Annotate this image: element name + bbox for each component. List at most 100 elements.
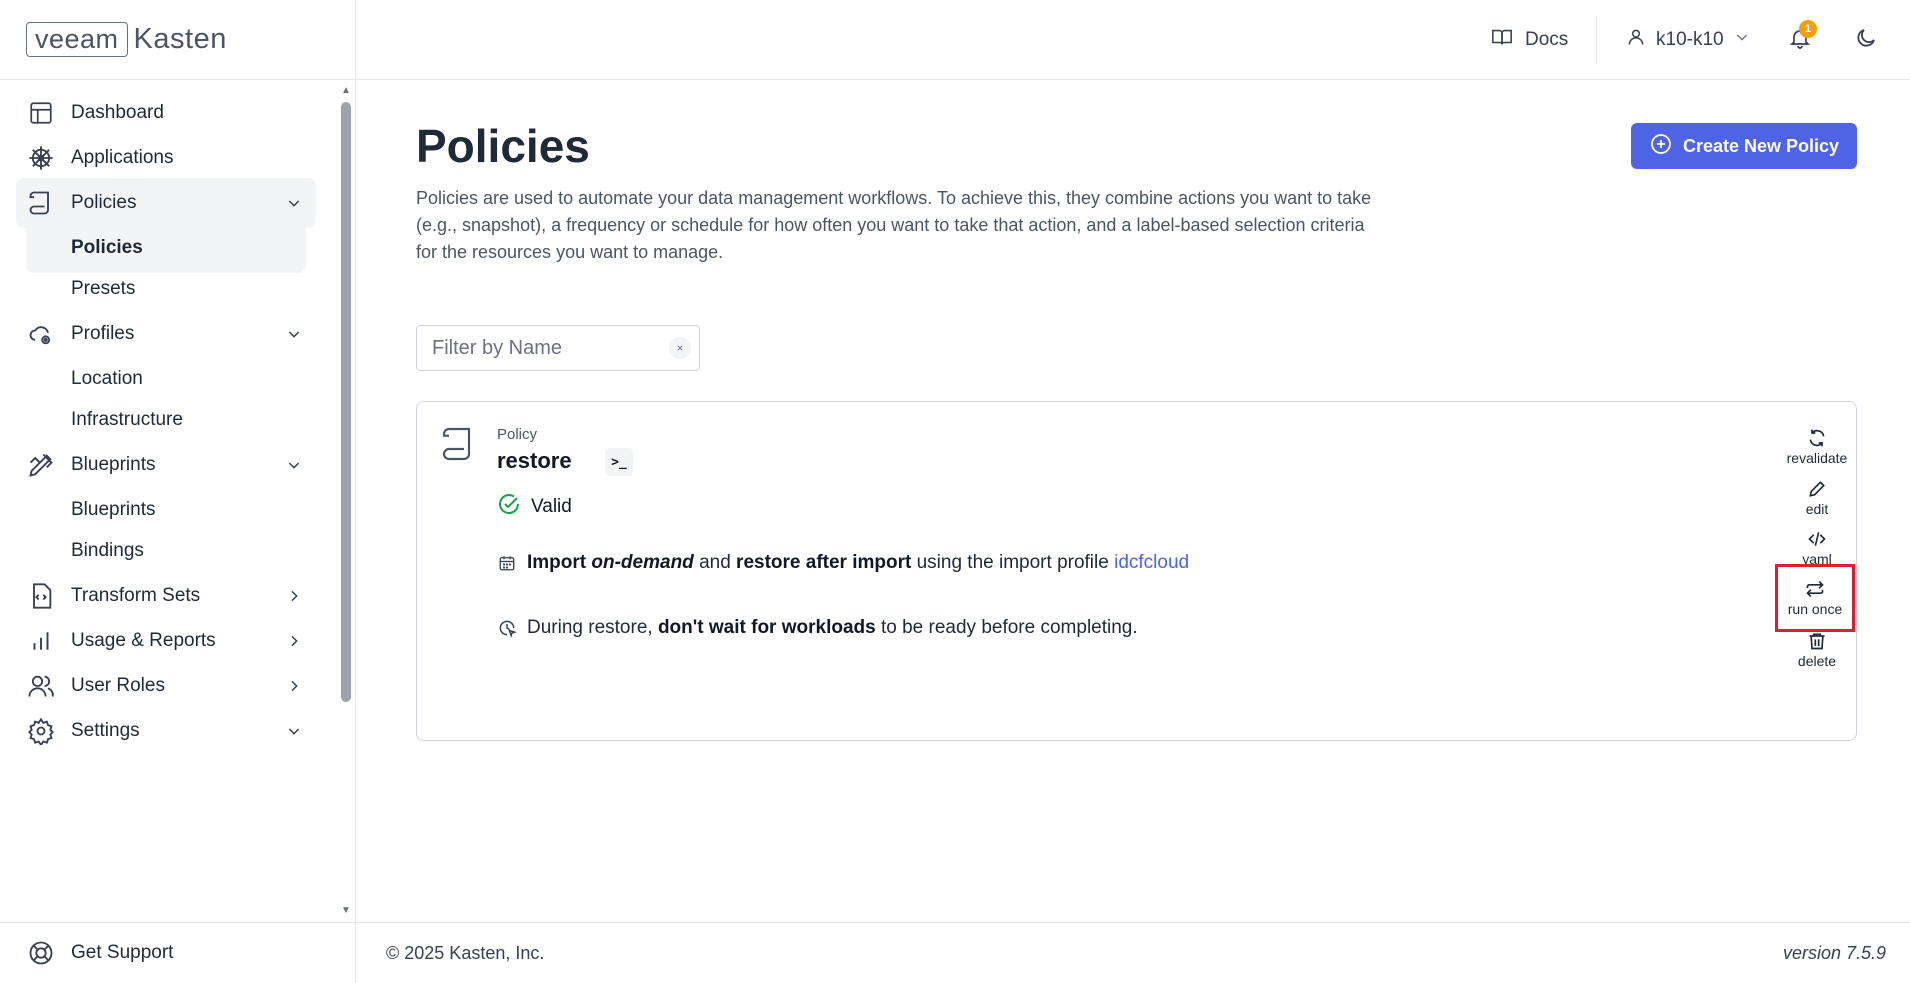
sidebar-nav: Dashboard Applications Policies Policies… <box>0 80 340 920</box>
status-text: Valid <box>531 496 572 517</box>
clear-filter-button[interactable]: × <box>669 337 691 359</box>
scroll-down-arrow-icon[interactable]: ▼ <box>340 904 352 916</box>
delete-label: delete <box>1797 653 1837 669</box>
clock-cursor-icon <box>497 618 517 638</box>
lifebuoy-icon <box>26 938 56 968</box>
chevron-right-icon[interactable] <box>282 584 306 608</box>
sidebar-item-usage-reports[interactable]: Usage & Reports <box>16 616 316 666</box>
sidebar-item-label: Dashboard <box>71 102 164 123</box>
scroll-icon <box>439 424 479 464</box>
logo-veeam: veeam <box>26 22 128 57</box>
scroll-up-arrow-icon[interactable]: ▲ <box>340 84 352 96</box>
delete-button[interactable]: delete <box>1782 625 1852 675</box>
scroll-thumb[interactable] <box>341 102 351 702</box>
helm-wheel-icon <box>26 143 56 173</box>
bar-chart-icon <box>26 626 56 656</box>
copyright-text: © 2025 Kasten, Inc. <box>386 943 545 963</box>
sidebar-item-dashboard[interactable]: Dashboard <box>16 88 316 138</box>
sidebar-item-policies[interactable]: Policies <box>16 178 316 228</box>
policy-action-summary: Import on-demand and restore after impor… <box>497 552 1189 574</box>
cloud-gear-icon <box>26 319 56 349</box>
sidebar-item-label: User Roles <box>71 675 165 696</box>
notification-badge: 1 <box>1799 20 1817 38</box>
sidebar-subitem-infrastructure[interactable]: Infrastructure <box>26 395 306 445</box>
refresh-icon <box>1809 429 1825 447</box>
sidebar-item-settings[interactable]: Settings <box>16 706 316 756</box>
sidebar-item-label: Usage & Reports <box>71 630 216 651</box>
sidebar-item-applications[interactable]: Applications <box>16 133 316 183</box>
repeat-icon <box>1806 580 1824 598</box>
sidebar-item-label: Transform Sets <box>71 585 201 606</box>
sidebar-item-blueprints[interactable]: Blueprints <box>16 440 316 490</box>
chevron-down-icon[interactable] <box>282 719 306 743</box>
user-menu[interactable]: k10-k10 <box>1626 24 1750 56</box>
gear-icon <box>26 716 56 746</box>
check-circle-icon <box>497 492 521 522</box>
sidebar-item-label: Applications <box>71 147 174 168</box>
header-divider <box>1596 16 1597 64</box>
policy-status: Valid <box>497 492 572 522</box>
revalidate-button[interactable]: revalidate <box>1782 422 1852 472</box>
revalidate-label: revalidate <box>1786 450 1848 466</box>
create-new-policy-label: Create New Policy <box>1682 135 1840 156</box>
import-profile-link[interactable]: idcfcloud <box>1114 552 1189 574</box>
calendar-icon <box>497 553 517 573</box>
veeam-kasten-logo[interactable]: veeam Kasten <box>0 0 355 80</box>
filter-by-name-input[interactable] <box>417 336 647 360</box>
get-support-link[interactable]: Get Support <box>0 922 356 983</box>
notifications-button[interactable]: 1 <box>1784 20 1817 56</box>
docs-label: Docs <box>1525 29 1569 50</box>
summary-using-profile: using the import profile <box>916 552 1109 573</box>
sidebar-item-profiles[interactable]: Profiles <box>16 309 316 359</box>
chevron-down-icon[interactable] <box>282 322 306 346</box>
run-once-button[interactable]: run once <box>1775 564 1855 632</box>
footer: © 2025 Kasten, Inc. version 7.5.9 <box>356 922 1910 983</box>
logo-kasten: Kasten <box>133 23 227 55</box>
summary-on-demand: on-demand <box>591 552 694 573</box>
policy-restore-summary: During restore, don't wait for workloads… <box>497 617 1138 639</box>
summary-ready: to be ready before completing. <box>880 617 1138 638</box>
file-code-icon <box>26 581 56 611</box>
moon-icon <box>1854 26 1878 55</box>
sidebar-scrollbar[interactable]: ▲ ▼ <box>338 80 354 920</box>
policy-kind-label: Policy <box>497 426 538 443</box>
sidebar: veeam Kasten Dashboard Applications Poli… <box>0 0 356 983</box>
sidebar-item-transform-sets[interactable]: Transform Sets <box>16 571 316 621</box>
chevron-down-icon[interactable] <box>282 453 306 477</box>
top-header: Docs k10-k10 1 <box>356 0 1910 80</box>
summary-import: Import <box>527 552 587 573</box>
summary-dont-wait: don't wait for workloads <box>657 617 876 638</box>
summary-during-restore: During restore, <box>527 617 653 638</box>
trash-icon <box>1809 633 1825 650</box>
user-name: k10-k10 <box>1656 29 1724 50</box>
docs-link[interactable]: Docs <box>1491 24 1568 56</box>
chevron-right-icon[interactable] <box>282 674 306 698</box>
create-new-policy-button[interactable]: Create New Policy <box>1631 123 1857 169</box>
summary-and: and <box>699 552 731 573</box>
theme-toggle-button[interactable] <box>1850 24 1882 56</box>
policy-name[interactable]: restore <box>497 448 572 474</box>
sidebar-subitem-bindings[interactable]: Bindings <box>26 526 306 576</box>
summary-restore-after-import: restore after import <box>736 552 912 573</box>
user-icon <box>1626 27 1646 53</box>
version-text: version 7.5.9 <box>1782 943 1886 963</box>
users-icon <box>26 671 56 701</box>
run-once-label: run once <box>1787 601 1843 617</box>
sidebar-item-label: Profiles <box>71 323 135 344</box>
sidebar-item-label: Policies <box>71 192 137 213</box>
sidebar-item-user-roles[interactable]: User Roles <box>16 661 316 711</box>
book-icon <box>1491 26 1513 54</box>
chevron-down-icon <box>1734 29 1750 51</box>
dashboard-icon <box>26 98 56 128</box>
pencil-ruler-icon <box>26 450 56 480</box>
sidebar-item-label: Settings <box>71 720 140 741</box>
chevron-right-icon[interactable] <box>282 629 306 653</box>
scroll-icon <box>26 188 56 218</box>
pencil-icon <box>1809 481 1825 497</box>
chevron-down-icon[interactable] <box>282 191 306 215</box>
edit-button[interactable]: edit <box>1782 473 1852 523</box>
code-icon <box>1808 532 1826 546</box>
sidebar-item-label: Blueprints <box>71 454 156 475</box>
sidebar-subitem-presets[interactable]: Presets <box>26 264 306 314</box>
terminal-icon[interactable]: >_ <box>605 448 633 476</box>
